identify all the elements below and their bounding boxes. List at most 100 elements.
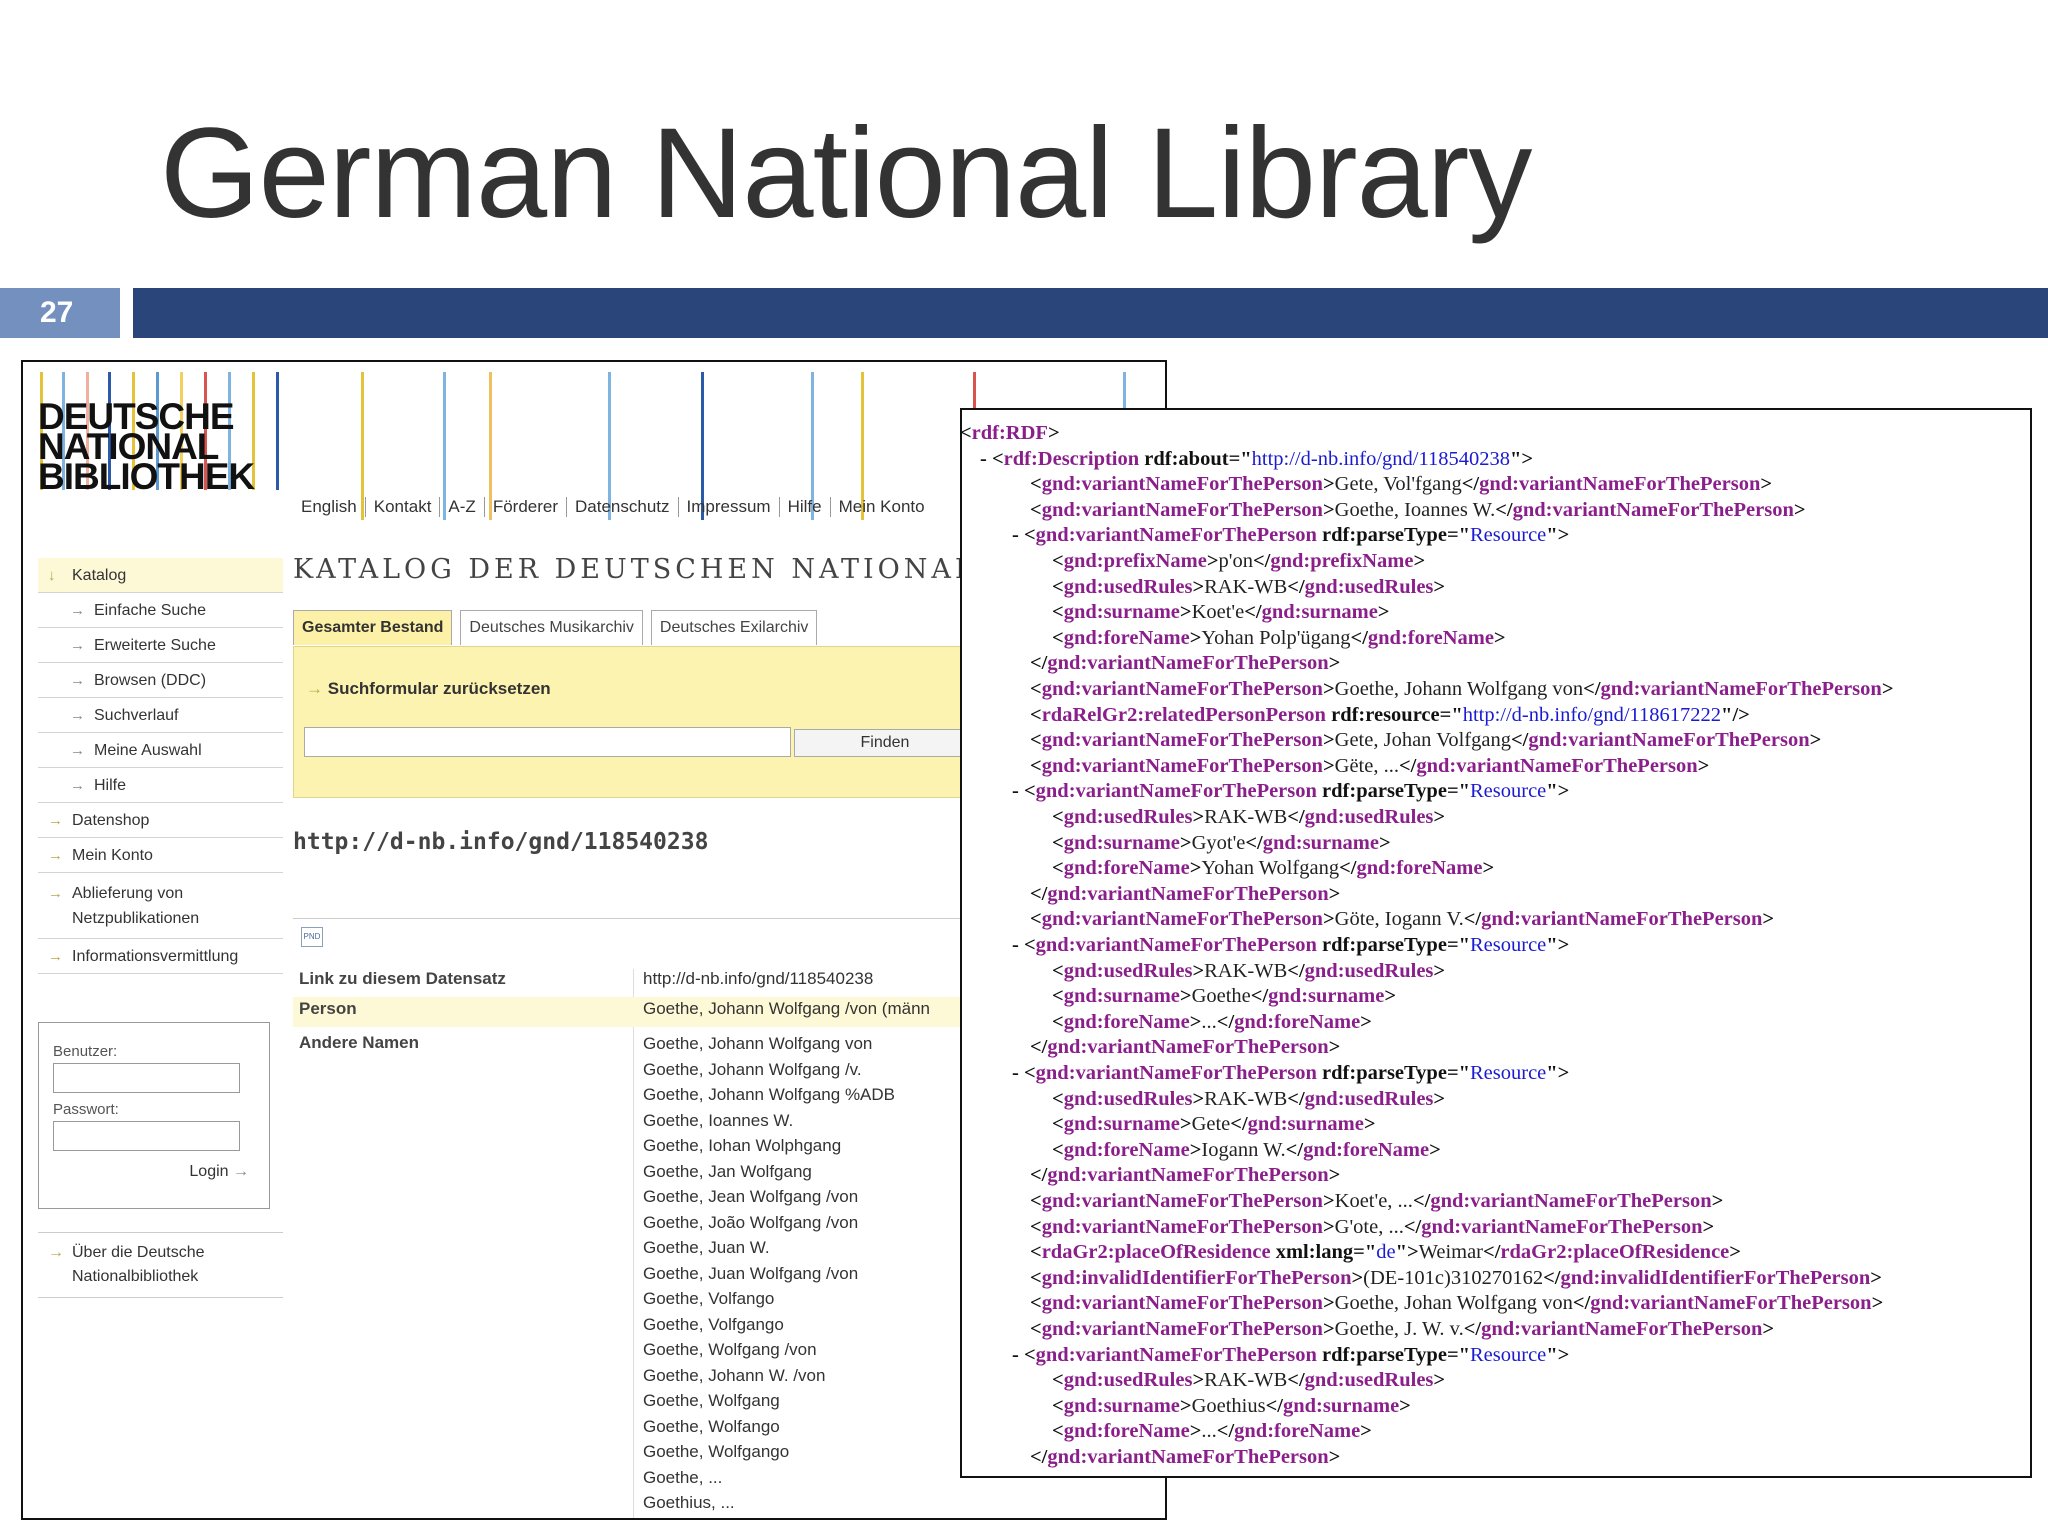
arrow-right-icon: →: [48, 948, 63, 965]
xml-line: <gnd:surname>Goethe</gnd:surname>: [1052, 985, 1396, 1008]
sidebar-item-erweiterte-suche[interactable]: → Erweiterte Suche: [38, 628, 283, 663]
xml-tag-name: gnd:foreName: [1063, 1010, 1190, 1033]
sidebar-item-label: Einfache Suche: [94, 602, 207, 619]
pnd-icon: PND: [301, 927, 323, 947]
xml-token: <: [1023, 1062, 1036, 1084]
collapse-toggle: -: [1012, 934, 1024, 956]
xml-tag-name: gnd:variantNameForThePerson: [1041, 729, 1323, 752]
other-name-item: Goethe, Wolfgango: [643, 1442, 790, 1461]
xml-token: >: [1179, 1394, 1192, 1417]
dnb-logo[interactable]: DEUTSCHE NATIONAL BIBLIOTHEK: [38, 398, 255, 495]
sidebar-item-label: Browsen (DDC): [94, 672, 207, 689]
reset-search-link[interactable]: → Suchformular zurücksetzen: [306, 679, 551, 699]
xml-tag-name: gnd:variantNameForThePerson: [1590, 1292, 1872, 1315]
arrow-right-icon: →: [70, 742, 85, 759]
xml-attr-name: rdf:parseType: [1322, 1343, 1447, 1366]
xml-text: ...: [1201, 1010, 1217, 1033]
xml-tag-name: gnd:foreName: [1367, 626, 1494, 649]
xml-tag-name: gnd:variantNameForThePerson: [1481, 908, 1763, 931]
other-name-item: Goethe, ...: [643, 1467, 723, 1487]
xml-line: </gnd:variantNameForThePerson>: [1030, 883, 1340, 906]
other-name-item: Goethe, Ioannes W.: [643, 1110, 794, 1130]
sidebar-item-browsen[interactable]: → Browsen (DDC): [38, 663, 283, 698]
sidebar-item-katalog[interactable]: ↓ Katalog: [38, 558, 283, 593]
xml-text: Koet'e, ...: [1334, 1190, 1413, 1212]
record-link-value[interactable]: http://d-nb.info/gnd/118540238: [643, 969, 873, 989]
nav-foerderer[interactable]: Förderer: [485, 497, 567, 517]
tab-gesamter-bestand[interactable]: Gesamter Bestand: [293, 610, 453, 645]
arrow-right-icon: →: [48, 812, 63, 829]
sidebar-item-label: Ablieferung von Netzpublikationen: [72, 885, 200, 927]
sidebar-item-ablieferung[interactable]: → Ablieferung von Netzpublikationen: [38, 873, 283, 939]
find-button[interactable]: Finden: [794, 729, 976, 757]
login-button[interactable]: Login →: [189, 1163, 249, 1181]
xml-token: >: [1557, 780, 1570, 803]
xml-text: (DE-101c)310270162: [1363, 1266, 1544, 1289]
xml-line: <gnd:variantNameForThePerson>Goethe, J. …: [1030, 1318, 1774, 1341]
xml-token: >: [1322, 908, 1335, 931]
other-name-item: Goethe, Johann Wolfgang von: [643, 1034, 873, 1053]
xml-line: <gnd:variantNameForThePerson>Goethe, Joh…: [1030, 678, 1894, 701]
xml-token: >: [1322, 498, 1335, 521]
xml-token: >: [1793, 498, 1806, 521]
sidebar-item-meine-auswahl[interactable]: → Meine Auswahl: [38, 733, 283, 768]
xml-token: =": [1446, 1062, 1470, 1084]
other-name-item: Goethe, Jan Wolfgang: [643, 1161, 812, 1181]
password-input[interactable]: [53, 1121, 240, 1151]
sidebar-item-hilfe[interactable]: → Hilfe: [38, 768, 283, 803]
xml-token: <: [1052, 806, 1064, 828]
arrow-right-icon: →: [70, 777, 85, 794]
xml-token: </: [1216, 1010, 1235, 1033]
tab-exilarchiv[interactable]: Deutsches Exilarchiv: [650, 610, 818, 645]
xml-attr-name: rdf:parseType: [1322, 780, 1447, 803]
xml-tag-name: gnd:usedRules: [1304, 575, 1434, 598]
xml-line: - <gnd:variantNameForThePerson rdf:parse…: [1012, 934, 1569, 957]
nav-hilfe[interactable]: Hilfe: [780, 497, 831, 517]
xml-token: <: [1052, 1369, 1064, 1392]
username-input[interactable]: [53, 1063, 240, 1093]
xml-token: <: [1030, 729, 1042, 752]
nav-impressum[interactable]: Impressum: [679, 497, 780, 517]
xml-token: >: [1711, 1190, 1724, 1212]
other-name-item: Goethe, Volfango: [643, 1289, 775, 1308]
xml-line: <gnd:variantNameForThePerson>Gete, Johan…: [1030, 729, 1821, 752]
arrow-right-icon: →: [70, 672, 85, 689]
xml-token: =": [1439, 703, 1463, 726]
xml-token: >: [1557, 1062, 1570, 1084]
search-input[interactable]: [304, 727, 791, 757]
sidebar-item-suchverlauf[interactable]: → Suchverlauf: [38, 698, 283, 733]
xml-token: <: [1052, 985, 1064, 1008]
xml-token: >: [1192, 959, 1205, 982]
xml-tag-name: rdf:Description: [1003, 447, 1140, 470]
nav-mein-konto[interactable]: Mein Konto: [831, 497, 933, 517]
xml-token: </: [1287, 1087, 1305, 1110]
other-name-item: Goethe, Wolfango: [643, 1416, 780, 1436]
xml-line: <gnd:foreName>...</gnd:foreName>: [1052, 1011, 1372, 1034]
nav-datenschutz[interactable]: Datenschutz: [567, 497, 679, 517]
xml-token: <: [1023, 524, 1036, 547]
xml-token: >: [1433, 1087, 1446, 1110]
xml-line: <gnd:variantNameForThePerson>Goethe, Joh…: [1030, 1292, 1883, 1315]
xml-text: Yohan Wolfgang: [1201, 857, 1340, 880]
sidebar-item-einfache-suche[interactable]: → Einfache Suche: [38, 593, 283, 628]
xml-line: - <gnd:variantNameForThePerson rdf:parse…: [1012, 1062, 1569, 1085]
arrow-right-icon: →: [48, 1244, 64, 1261]
tab-musikarchiv[interactable]: Deutsches Musikarchiv: [460, 610, 643, 645]
xml-tag-name: gnd:invalidIdentifierForThePerson: [1560, 1266, 1871, 1289]
xml-token: >: [1189, 626, 1202, 649]
xml-token: >: [1179, 601, 1192, 624]
xml-token: >: [1557, 524, 1570, 547]
nav-english[interactable]: English: [293, 497, 366, 517]
about-link[interactable]: → Über die Deutsche Nationalbibliothek: [38, 1232, 283, 1298]
xml-token: >: [1189, 857, 1202, 880]
sidebar-item-informationsvermittlung[interactable]: → Informationsvermittlung: [38, 939, 283, 974]
xml-token: </: [1398, 754, 1417, 777]
xml-token: ": [1509, 447, 1522, 470]
xml-line: <gnd:usedRules>RAK-WB</gnd:usedRules>: [1052, 1369, 1445, 1392]
sidebar-item-mein-konto[interactable]: → Mein Konto: [38, 838, 283, 873]
nav-a-z[interactable]: A-Z: [440, 497, 485, 517]
nav-kontakt[interactable]: Kontakt: [366, 497, 441, 517]
record-value[interactable]: Goethe, Johann Wolfgang /von (männ: [643, 999, 930, 1019]
arrow-right-icon: →: [70, 707, 85, 724]
sidebar-item-datenshop[interactable]: → Datenshop: [38, 803, 283, 838]
